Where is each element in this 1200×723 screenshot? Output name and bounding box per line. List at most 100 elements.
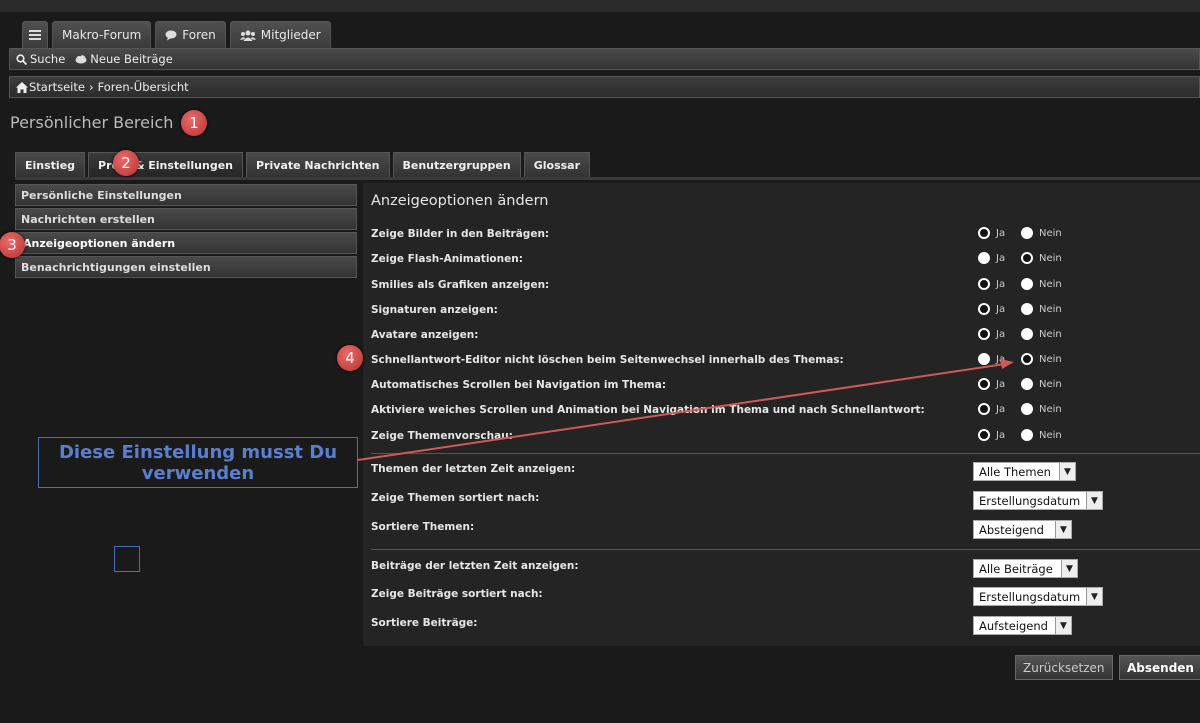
- breadcrumb-current[interactable]: Foren-Übersicht: [98, 80, 189, 94]
- select-row: Beiträge der letzten Zeit anzeigen: Alle …: [371, 559, 1191, 579]
- tab-glossar[interactable]: Glossar: [523, 152, 591, 177]
- page-title: Persönlicher Bereich: [10, 113, 174, 132]
- option-label: Automatisches Scrollen bei Navigation im…: [371, 379, 667, 391]
- select-row: Zeige Themen sortiert nach: Erstellungsda…: [371, 491, 1191, 511]
- radio-yes-label: Ja: [996, 403, 1006, 415]
- select-label: Sortiere Themen:: [371, 521, 475, 533]
- breadcrumb-separator: ›: [88, 80, 94, 94]
- radio-yes[interactable]: [978, 429, 990, 441]
- radio-no[interactable]: [1021, 429, 1033, 441]
- option-label: Zeige Bilder in den Beiträgen:: [371, 228, 550, 240]
- radio-yes[interactable]: [978, 328, 990, 340]
- toolbar: Suche Neue Beiträge: [9, 48, 1200, 70]
- radio-no[interactable]: [1021, 252, 1033, 264]
- radio-yes[interactable]: [978, 278, 990, 290]
- radio-no[interactable]: [1021, 278, 1033, 290]
- option-row: Schnellantwort-Editor nicht löschen beim…: [371, 353, 1191, 371]
- side-item-display-options[interactable]: Anzeigeoptionen ändern: [15, 232, 357, 254]
- radio-no[interactable]: [1021, 328, 1033, 340]
- side-menu: Persönliche Einstellungen Nachrichten er…: [15, 184, 357, 280]
- option-label: Signaturen anzeigen:: [371, 304, 498, 316]
- search-link[interactable]: Suche: [16, 52, 65, 66]
- yes-no-radio-group: Ja Nein: [978, 403, 1062, 415]
- radio-yes[interactable]: [978, 303, 990, 315]
- select-label: Themen der letzten Zeit anzeigen:: [371, 463, 576, 475]
- annotation-callout: Diese Einstellung musst Du verwenden: [38, 437, 358, 488]
- option-label: Zeige Themenvorschau:: [371, 430, 513, 442]
- hamburger-icon: [29, 30, 41, 40]
- chevron-down-icon: ▼: [1055, 521, 1071, 538]
- breadcrumb-home[interactable]: Startseite › Foren-Übersicht: [16, 80, 189, 94]
- radio-no-label: Nein: [1039, 403, 1062, 415]
- dropdown-value: Aufsteigend: [979, 618, 1048, 633]
- side-item-notifications[interactable]: Benachrichtigungen einstellen: [15, 256, 357, 278]
- speech-bubble-icon: [165, 30, 177, 40]
- radio-no[interactable]: [1021, 227, 1033, 239]
- option-label: Smilies als Grafiken anzeigen:: [371, 279, 550, 291]
- new-posts-link-label: Neue Beiträge: [90, 52, 173, 66]
- radio-no-label: Nein: [1039, 429, 1062, 441]
- yes-no-radio-group: Ja Nein: [978, 328, 1062, 340]
- radio-no-label: Nein: [1039, 252, 1062, 264]
- chevron-down-icon: ▼: [1059, 463, 1075, 480]
- radio-yes-label: Ja: [996, 328, 1006, 340]
- select-row: Themen der letzten Zeit anzeigen: Alle Th…: [371, 462, 1191, 482]
- radio-no-label: Nein: [1039, 227, 1062, 239]
- select-row: Zeige Beiträge sortiert nach: Erstellungs…: [371, 587, 1191, 607]
- tab-benutzergruppen[interactable]: Benutzergruppen: [392, 152, 521, 177]
- dropdown-select[interactable]: Alle Beiträge ▼: [973, 559, 1078, 578]
- section-divider: [371, 549, 1200, 550]
- nav-tab-makro-forum[interactable]: Makro-Forum: [52, 21, 152, 48]
- radio-yes[interactable]: [978, 227, 990, 239]
- side-item-compose-messages[interactable]: Nachrichten erstellen: [15, 208, 357, 230]
- annotation-small-box: [114, 546, 140, 572]
- cloud-icon: [75, 54, 87, 63]
- annotation-badge-3: 3: [0, 232, 25, 258]
- radio-yes[interactable]: [978, 353, 990, 365]
- nav-tab-label: Mitglieder: [260, 28, 321, 42]
- chevron-down-icon: ▼: [1055, 617, 1071, 634]
- submit-button[interactable]: Absenden: [1119, 655, 1200, 680]
- nav-tab-label: Makro-Forum: [62, 28, 142, 42]
- option-row: Signaturen anzeigen: Ja Nein: [371, 303, 1191, 321]
- dropdown-value: Erstellungsdatum: [979, 589, 1081, 604]
- tab-private-nachrichten[interactable]: Private Nachrichten: [246, 152, 390, 177]
- radio-no[interactable]: [1021, 353, 1033, 365]
- tab-profil-einstellungen[interactable]: Profil & Einstellungen: [88, 152, 244, 177]
- radio-no[interactable]: [1021, 378, 1033, 390]
- search-link-label: Suche: [30, 52, 66, 66]
- top-strip: [0, 0, 1200, 12]
- radio-yes[interactable]: [978, 378, 990, 390]
- menu-button[interactable]: [22, 21, 48, 48]
- radio-yes-label: Ja: [996, 252, 1006, 264]
- radio-no-label: Nein: [1039, 303, 1062, 315]
- radio-yes[interactable]: [978, 403, 990, 415]
- radio-yes-label: Ja: [996, 278, 1006, 290]
- nav-tab-foren[interactable]: Foren: [155, 21, 226, 48]
- dropdown-select[interactable]: Erstellungsdatum ▼: [973, 587, 1103, 606]
- annotation-badge-2: 2: [113, 150, 139, 176]
- radio-yes-label: Ja: [996, 378, 1006, 390]
- tab-einstieg[interactable]: Einstieg: [15, 152, 86, 177]
- new-posts-link[interactable]: Neue Beiträge: [75, 52, 173, 66]
- radio-no[interactable]: [1021, 403, 1033, 415]
- dropdown-select[interactable]: Erstellungsdatum ▼: [973, 491, 1103, 510]
- select-label: Sortiere Beiträge:: [371, 617, 478, 629]
- yes-no-radio-group: Ja Nein: [978, 227, 1062, 239]
- radio-no-label: Nein: [1039, 353, 1062, 365]
- radio-yes[interactable]: [978, 252, 990, 264]
- radio-no[interactable]: [1021, 303, 1033, 315]
- select-row: Sortiere Themen: Absteigend ▼: [371, 520, 1191, 540]
- yes-no-radio-group: Ja Nein: [978, 303, 1062, 315]
- select-label: Zeige Beiträge sortiert nach:: [371, 588, 543, 600]
- nav-tab-mitglieder[interactable]: Mitglieder: [229, 21, 331, 48]
- breadcrumb-home-label: Startseite: [29, 80, 85, 94]
- radio-no-label: Nein: [1039, 378, 1062, 390]
- option-row: Automatisches Scrollen bei Navigation im…: [371, 378, 1191, 396]
- dropdown-select[interactable]: Absteigend ▼: [973, 520, 1072, 539]
- dropdown-select[interactable]: Aufsteigend ▼: [973, 616, 1072, 635]
- reset-button[interactable]: Zurücksetzen: [1015, 655, 1113, 680]
- sub-tabs: Einstieg Profil & Einstellungen Private …: [15, 152, 591, 177]
- dropdown-select[interactable]: Alle Themen ▼: [973, 462, 1076, 481]
- side-item-personal-settings[interactable]: Persönliche Einstellungen: [15, 184, 357, 206]
